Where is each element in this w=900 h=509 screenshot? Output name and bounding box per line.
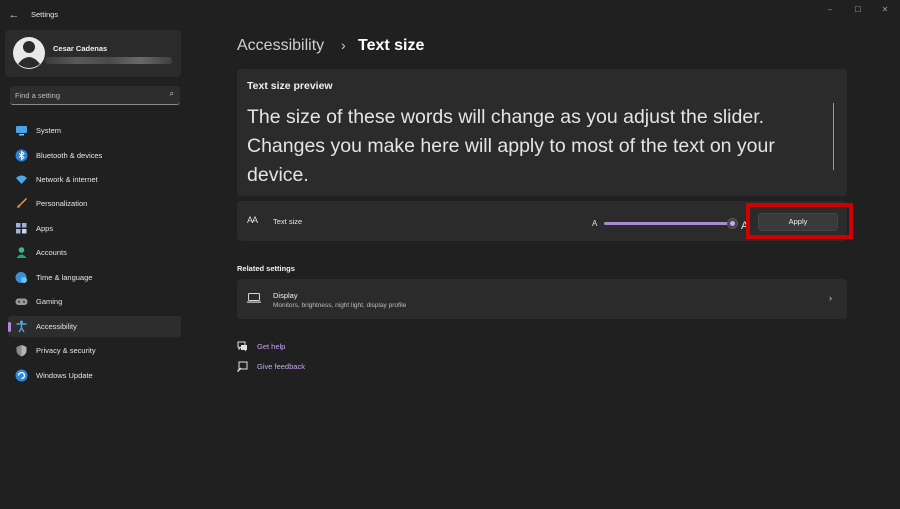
sidebar-item-label: Apps [36, 224, 54, 233]
sidebar-item-windows-update[interactable]: Windows Update [8, 365, 181, 386]
wifi-icon [16, 175, 27, 184]
app-title: Settings [31, 10, 59, 19]
help-icon [237, 341, 247, 352]
sidebar-item-label: Gaming [36, 297, 63, 306]
sidebar-item-gaming[interactable]: Gaming [8, 291, 181, 312]
search-box[interactable]: ⌕ [10, 86, 180, 105]
globe-clock-icon [15, 272, 27, 283]
sidebar-item-label: System [36, 126, 62, 135]
maximize-button[interactable]: ☐ [850, 5, 866, 15]
get-help-label: Get help [257, 342, 286, 351]
search-input[interactable] [15, 88, 155, 102]
breadcrumb-separator: › [341, 37, 346, 53]
text-size-label: Text size [273, 217, 303, 226]
bluetooth-icon [15, 149, 28, 162]
sidebar-item-accessibility[interactable]: Accessibility [8, 316, 181, 337]
text-size-preview-card: Text size preview The size of these word… [237, 69, 847, 196]
highlight-box [746, 203, 853, 239]
text-size-slider[interactable] [604, 222, 734, 225]
sidebar-item-label: Accessibility [36, 322, 77, 331]
accessibility-icon [16, 320, 27, 333]
page-title: Text size [358, 37, 425, 54]
sidebar-item-personalization[interactable]: Personalization [8, 193, 181, 214]
sidebar-item-label: Personalization [36, 199, 88, 208]
sidebar-item-label: Accounts [36, 248, 67, 257]
sidebar-item-label: Bluetooth & devices [36, 151, 103, 160]
chevron-right-icon: › [829, 293, 832, 303]
sidebar-item-label: Privacy & security [36, 346, 96, 355]
breadcrumb-parent[interactable]: Accessibility [237, 37, 324, 55]
sidebar-item-system[interactable]: System [8, 120, 181, 141]
text-size-icon: AA [247, 215, 258, 225]
preview-scrollbar[interactable] [833, 103, 834, 170]
sidebar-item-bluetooth[interactable]: Bluetooth & devices [8, 145, 181, 166]
sidebar-item-label: Network & internet [36, 175, 98, 184]
related-settings-heading: Related settings [237, 264, 295, 273]
sidebar-item-apps[interactable]: Apps [8, 218, 181, 239]
user-email-redacted [45, 57, 172, 64]
slider-thumb[interactable] [727, 218, 738, 229]
display-settings-link[interactable]: Display Monitors, brightness, night ligh… [237, 279, 847, 319]
user-name: Cesar Cadenas [53, 44, 108, 53]
monitor-icon [16, 126, 27, 136]
shield-icon [16, 345, 27, 357]
sidebar-item-accounts[interactable]: Accounts [8, 242, 181, 263]
minimize-button[interactable]: – [822, 5, 838, 15]
display-title: Display [273, 291, 298, 300]
avatar [13, 37, 45, 69]
apps-icon [16, 223, 27, 234]
sidebar-item-time-language[interactable]: Time & language [8, 267, 181, 288]
account-icon [16, 247, 27, 258]
active-indicator [8, 322, 11, 332]
search-icon[interactable]: ⌕ [170, 89, 174, 99]
close-button[interactable]: ✕ [877, 5, 893, 15]
gamepad-icon [15, 298, 28, 305]
preview-title: Text size preview [247, 80, 333, 92]
sidebar-item-label: Time & language [36, 273, 93, 282]
user-profile[interactable]: Cesar Cadenas [5, 30, 181, 77]
give-feedback-label: Give feedback [257, 362, 305, 371]
update-icon [15, 369, 28, 382]
display-icon [247, 293, 261, 303]
sidebar-item-label: Windows Update [36, 371, 93, 380]
preview-text: The size of these words will change as y… [247, 106, 775, 186]
feedback-icon [237, 361, 248, 372]
sidebar-item-privacy[interactable]: Privacy & security [8, 340, 181, 361]
display-subtitle: Monitors, brightness, night light, displ… [273, 302, 407, 309]
back-arrow-icon[interactable]: ← [6, 8, 22, 22]
sidebar-item-network[interactable]: Network & internet [8, 169, 181, 190]
slider-min-label: A [592, 219, 598, 228]
brush-icon [17, 198, 27, 208]
